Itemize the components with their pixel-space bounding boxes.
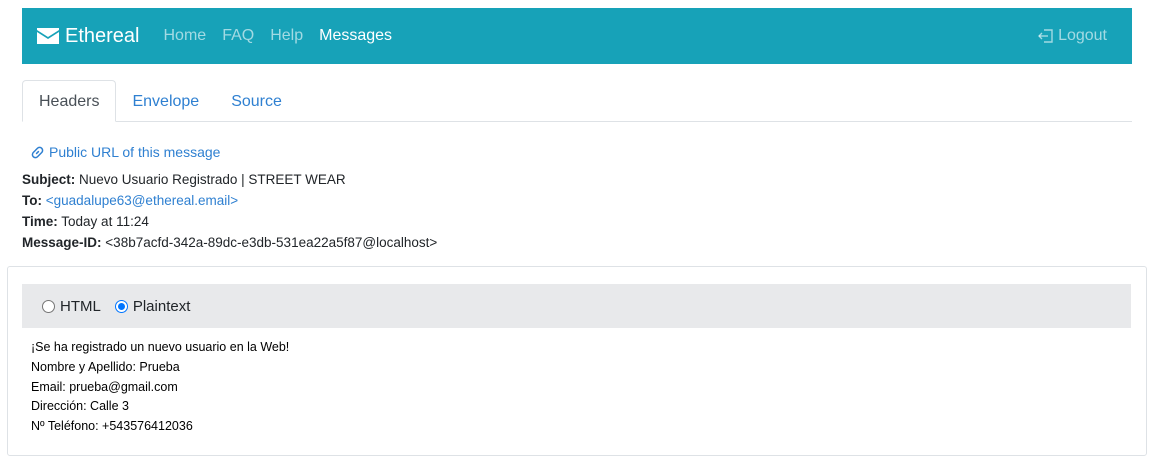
logout-link[interactable]: Logout bbox=[1038, 27, 1107, 45]
logout-label: Logout bbox=[1058, 27, 1107, 44]
radio-html-label: HTML bbox=[60, 297, 101, 315]
body-line: Email: prueba@gmail.com bbox=[31, 379, 178, 394]
tab-headers[interactable]: Headers bbox=[22, 80, 117, 122]
time-value: Today at 11:24 bbox=[61, 214, 149, 229]
plaintext-body: ¡Se ha registrado un nuevo usuario en la… bbox=[31, 338, 289, 437]
nav-link-messages[interactable]: Messages bbox=[319, 27, 392, 45]
radio-html[interactable] bbox=[42, 299, 55, 313]
format-selector: HTML Plaintext bbox=[22, 284, 1131, 328]
link-icon bbox=[30, 145, 45, 160]
radio-plaintext-option[interactable]: Plaintext bbox=[114, 297, 191, 315]
body-line: ¡Se ha registrado un nuevo usuario en la… bbox=[31, 340, 290, 354]
top-navbar: Ethereal Home FAQ Help Messages Logout bbox=[22, 8, 1132, 64]
radio-html-option[interactable]: HTML bbox=[42, 298, 101, 315]
nav-links: Home FAQ Help Messages bbox=[164, 27, 409, 45]
envelope-icon bbox=[37, 28, 59, 44]
time-row: Time: Today at 11:24 bbox=[22, 214, 149, 229]
public-url-label: Public URL of this message bbox=[49, 144, 221, 160]
sign-out-icon bbox=[1038, 28, 1054, 44]
message-id-label: Message-ID: bbox=[22, 235, 102, 250]
body-line: Nombre y Apellido: Prueba bbox=[31, 359, 180, 374]
message-tabs: Headers Envelope Source bbox=[22, 80, 1132, 122]
tab-envelope[interactable]: Envelope bbox=[116, 81, 215, 122]
subject-row: Subject: Nuevo Usuario Registrado | STRE… bbox=[22, 172, 346, 187]
subject-value: Nuevo Usuario Registrado | STREET WEAR bbox=[79, 172, 346, 187]
tab-source[interactable]: Source bbox=[215, 81, 298, 122]
body-line: Dirección: Calle 3 bbox=[31, 399, 129, 414]
brand-name: Ethereal bbox=[65, 24, 140, 47]
public-url-link[interactable]: Public URL of this message bbox=[30, 144, 220, 160]
time-label: Time: bbox=[22, 214, 58, 229]
message-id-row: Message-ID: <38b7acfd-342a-89dc-e3db-531… bbox=[22, 235, 437, 250]
message-id-value: <38b7acfd-342a-89dc-e3db-531ea22a5f87@lo… bbox=[105, 235, 438, 250]
nav-link-faq[interactable]: FAQ bbox=[222, 27, 254, 45]
nav-link-home[interactable]: Home bbox=[164, 27, 207, 45]
to-email-link[interactable]: <guadalupe63@ethereal.email> bbox=[46, 193, 238, 208]
body-line: Nº Teléfono: +543576412036 bbox=[31, 419, 193, 434]
radio-plaintext[interactable] bbox=[114, 299, 128, 313]
brand-link[interactable]: Ethereal bbox=[37, 25, 140, 48]
nav-link-help[interactable]: Help bbox=[270, 27, 303, 45]
subject-label: Subject: bbox=[22, 172, 76, 187]
to-label: To: bbox=[22, 193, 42, 208]
radio-plaintext-label: Plaintext bbox=[132, 297, 191, 315]
to-row: To: <guadalupe63@ethereal.email> bbox=[22, 193, 238, 208]
